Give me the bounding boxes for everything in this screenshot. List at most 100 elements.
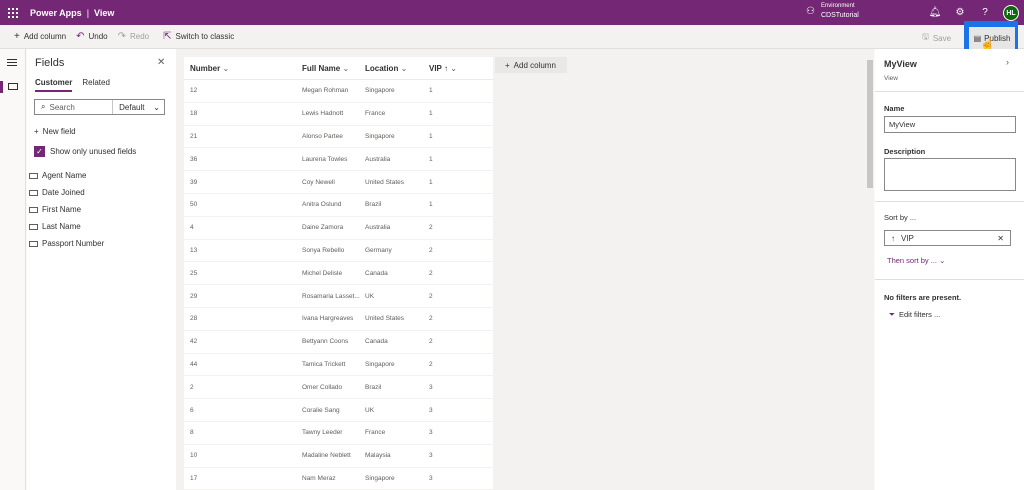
cell-number: 50 bbox=[190, 201, 198, 209]
list-item[interactable]: First Name bbox=[29, 201, 104, 218]
search-input[interactable]: ⌕ Search Default ⌄ bbox=[34, 99, 165, 115]
column-header-full-name[interactable]: Full Name ⌄ bbox=[302, 64, 365, 73]
table-row[interactable]: 8 Tawny Leeder France 3 bbox=[184, 422, 493, 445]
table-row[interactable]: 50 Anitra Oslund Brazil 1 bbox=[184, 194, 493, 217]
table-row[interactable]: 2 Omer Collado Brazil 3 bbox=[184, 376, 493, 400]
checkmark-icon: ✓ bbox=[34, 146, 45, 157]
cell-full-name: Alonso Partee bbox=[302, 132, 343, 140]
show-unused-checkbox[interactable]: ✓ Show only unused fields bbox=[34, 146, 136, 157]
cell-location: France bbox=[365, 110, 386, 118]
table-row[interactable]: 13 Sonya Rebello Germany 2 bbox=[184, 240, 493, 263]
cell-full-name: Michel Delisle bbox=[302, 269, 343, 277]
cell-vip: 3 bbox=[429, 452, 433, 460]
table-row[interactable]: 12 Megan Rohman Singapore 1 bbox=[184, 80, 493, 103]
cell-location: Brazil bbox=[365, 201, 382, 209]
name-input[interactable]: MyView bbox=[884, 116, 1016, 133]
cell-vip: 1 bbox=[429, 110, 433, 118]
cell-location: Singapore bbox=[365, 360, 395, 368]
cell-vip: 1 bbox=[429, 155, 433, 163]
table-row[interactable]: 18 Lewis Hadnott France 1 bbox=[184, 103, 493, 126]
app-launcher-icon[interactable] bbox=[2, 0, 24, 25]
description-label: Description bbox=[884, 147, 926, 156]
grid-header: Number ⌄ Full Name ⌄ Location ⌄ VIP ↑ ⌄ bbox=[184, 57, 493, 80]
save-button[interactable]: 🖫︎ Save bbox=[922, 31, 951, 45]
no-filters-text: No filters are present. bbox=[884, 293, 962, 302]
environment-picker[interactable]: ⚇ Environment CDSTutorial bbox=[806, 2, 859, 20]
cell-number: 17 bbox=[190, 474, 198, 482]
scrollbar-thumb[interactable] bbox=[867, 60, 873, 188]
table-row[interactable]: 28 Ivana Hargreaves United States 2 bbox=[184, 308, 493, 331]
cell-number: 18 bbox=[190, 110, 198, 118]
list-item[interactable]: Agent Name bbox=[29, 167, 104, 184]
cell-number: 12 bbox=[190, 87, 198, 95]
table-columns-icon[interactable] bbox=[8, 83, 18, 90]
help-icon[interactable]: ? bbox=[978, 5, 992, 19]
tab-related[interactable]: Related bbox=[82, 78, 110, 92]
redo-label: Redo bbox=[130, 32, 150, 41]
gear-icon[interactable]: ⚙ bbox=[953, 5, 967, 19]
fields-panel: Fields ✕ Customer Related ⌕ Search Defau… bbox=[27, 49, 176, 490]
table-row[interactable]: 6 Coralie Sang UK 3 bbox=[184, 399, 493, 422]
grid-body: 12 Megan Rohman Singapore 1 18 Lewis Hadnott F… bbox=[184, 80, 493, 490]
list-item[interactable]: Date Joined bbox=[29, 184, 104, 201]
avatar[interactable]: HL bbox=[1003, 5, 1019, 21]
field-filter-dropdown[interactable]: Default ⌄ bbox=[112, 100, 164, 114]
table-row[interactable]: 36 Laurena Towles Australia 1 bbox=[184, 148, 493, 172]
redo-button[interactable]: ↷ Redo bbox=[118, 31, 150, 42]
bell-icon[interactable]: 🔔︎ bbox=[928, 5, 942, 19]
switch-classic-label: Switch to classic bbox=[175, 32, 235, 41]
table-row[interactable]: 42 Bettyann Coons Canada 2 bbox=[184, 331, 493, 354]
hamburger-icon[interactable] bbox=[7, 59, 17, 68]
tab-customer[interactable]: Customer bbox=[35, 78, 73, 92]
undo-button[interactable]: ↶ Undo bbox=[76, 31, 108, 42]
add-column-button[interactable]: + Add column bbox=[14, 31, 66, 42]
active-indicator bbox=[0, 81, 3, 93]
title-separator: | bbox=[86, 7, 90, 18]
cell-location: UK bbox=[365, 406, 375, 414]
then-sort-by-button[interactable]: Then sort by ... ⌄ bbox=[887, 256, 945, 265]
divider bbox=[875, 91, 1024, 92]
cell-location: Singapore bbox=[365, 132, 395, 140]
cell-number: 10 bbox=[190, 452, 198, 460]
column-header-vip[interactable]: VIP ↑ ⌄ bbox=[429, 64, 493, 73]
chevron-right-icon[interactable]: › bbox=[1006, 57, 1009, 67]
view-title: MyView bbox=[884, 59, 917, 69]
list-item[interactable]: Passport Number bbox=[29, 235, 104, 252]
cell-location: Brazil bbox=[365, 383, 382, 391]
table-row[interactable]: 21 Alonso Partee Singapore 1 bbox=[184, 126, 493, 149]
description-input[interactable] bbox=[884, 158, 1016, 191]
table-row[interactable]: 4 Daine Zamora Australia 2 bbox=[184, 217, 493, 240]
field-name: Agent Name bbox=[42, 171, 87, 180]
field-list: Agent Name Date Joined First Name Last N… bbox=[29, 167, 104, 252]
edit-filters-button[interactable]: ⏷ Edit filters ... bbox=[889, 310, 940, 320]
table-row[interactable]: 17 Nam Meraz Singapore 3 bbox=[184, 468, 493, 490]
table-row[interactable]: 25 Michel Delisle Canada 2 bbox=[184, 262, 493, 286]
cell-vip: 3 bbox=[429, 474, 433, 482]
cell-location: United States bbox=[365, 178, 405, 186]
undo-icon: ↶ bbox=[76, 31, 85, 42]
close-icon[interactable]: ✕ bbox=[157, 57, 165, 68]
external-link-icon: ⇱ bbox=[163, 31, 172, 42]
table-row[interactable]: 29 Rosamaria Lasset... UK 2 bbox=[184, 285, 493, 308]
list-item[interactable]: Last Name bbox=[29, 218, 104, 235]
app-header: Power Apps | View ⚇ Environment CDSTutor… bbox=[0, 0, 1024, 25]
table-row[interactable]: 10 Madaline Neblett Malaysia 3 bbox=[184, 445, 493, 468]
chevron-down-icon: ⌄ bbox=[222, 63, 230, 73]
add-column-grid-label: Add column bbox=[513, 60, 556, 70]
sort-chip[interactable]: ↑ VIP ✕ bbox=[884, 230, 1011, 246]
switch-to-classic-button[interactable]: ⇱ Switch to classic bbox=[163, 31, 234, 42]
cell-number: 2 bbox=[190, 383, 194, 391]
close-icon[interactable]: ✕ bbox=[997, 234, 1004, 243]
column-header-number[interactable]: Number ⌄ bbox=[184, 64, 302, 73]
cell-location: Singapore bbox=[365, 474, 395, 482]
cell-number: 36 bbox=[190, 155, 198, 163]
table-row[interactable]: 44 Tamica Trickett Singapore 2 bbox=[184, 354, 493, 377]
table-row[interactable]: 39 Coy Newell United States 1 bbox=[184, 171, 493, 194]
app-name[interactable]: Power Apps bbox=[30, 8, 82, 18]
column-header-location[interactable]: Location ⌄ bbox=[365, 64, 429, 73]
cell-full-name: Madaline Neblett bbox=[302, 452, 351, 460]
cell-number: 6 bbox=[190, 406, 194, 414]
new-field-button[interactable]: + New field bbox=[34, 127, 76, 136]
add-column-grid-button[interactable]: + Add column bbox=[495, 57, 567, 73]
chevron-down-icon: ⌄ bbox=[939, 256, 946, 265]
